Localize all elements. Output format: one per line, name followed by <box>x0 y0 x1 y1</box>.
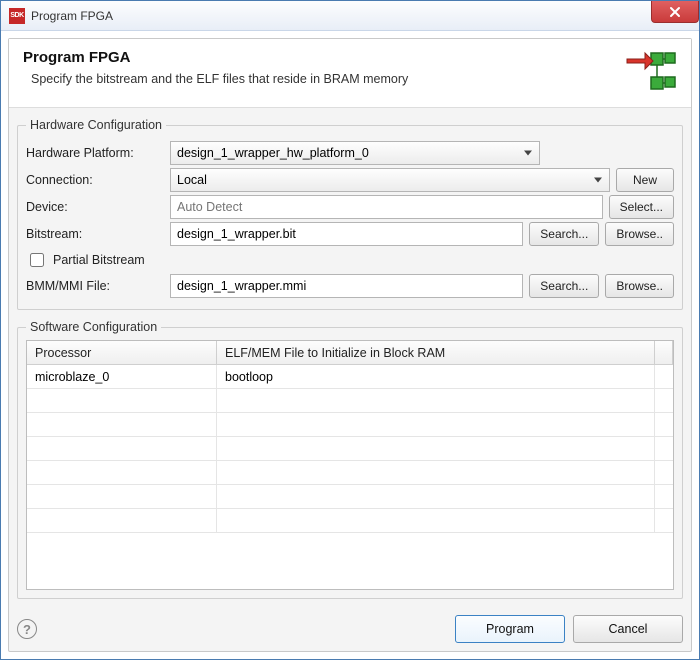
bmm-mmi-field[interactable] <box>170 274 523 298</box>
bmm-mmi-label: BMM/MMI File: <box>26 279 164 293</box>
bmm-browse-button[interactable]: Browse.. <box>605 274 674 298</box>
dialog-window: SDK Program FPGA Program FPGA Specify th… <box>0 0 700 660</box>
cell-processor <box>27 485 217 508</box>
cell-processor: microblaze_0 <box>27 365 217 388</box>
bmm-search-button[interactable]: Search... <box>529 274 599 298</box>
cancel-button[interactable]: Cancel <box>573 615 683 643</box>
bitstream-search-button[interactable]: Search... <box>529 222 599 246</box>
window-title: Program FPGA <box>31 9 113 23</box>
device-label: Device: <box>26 200 164 214</box>
table-row <box>27 437 673 461</box>
banner: Program FPGA Specify the bitstream and t… <box>9 39 691 108</box>
cell-elf <box>217 485 655 508</box>
connection-select[interactable]: Local <box>170 168 610 192</box>
table-row <box>27 485 673 509</box>
connection-label: Connection: <box>26 173 164 187</box>
cell-elf <box>217 509 655 532</box>
dialog-content: Program FPGA Specify the bitstream and t… <box>8 38 692 652</box>
software-config-group: Software Configuration Processor ELF/MEM… <box>17 320 683 599</box>
device-field[interactable] <box>170 195 603 219</box>
banner-heading: Program FPGA <box>23 49 408 66</box>
table-row <box>27 413 673 437</box>
cell-elf: bootloop <box>217 365 655 388</box>
dialog-footer: ? Program Cancel <box>17 615 683 643</box>
cell-elf <box>217 413 655 436</box>
cell-processor <box>27 389 217 412</box>
bitstream-field[interactable] <box>170 222 523 246</box>
close-button[interactable] <box>651 1 699 23</box>
program-button[interactable]: Program <box>455 615 565 643</box>
hw-platform-label: Hardware Platform: <box>26 146 164 160</box>
cell-elf <box>217 437 655 460</box>
banner-description: Specify the bitstream and the ELF files … <box>31 72 408 86</box>
col-processor[interactable]: Processor <box>27 341 217 364</box>
software-config-legend: Software Configuration <box>26 320 161 334</box>
help-icon[interactable]: ? <box>17 619 37 639</box>
table-row <box>27 389 673 413</box>
cell-processor <box>27 437 217 460</box>
cell-processor <box>27 461 217 484</box>
table-row <box>27 509 673 533</box>
hardware-config-group: Hardware Configuration Hardware Platform… <box>17 118 683 310</box>
software-table: Processor ELF/MEM File to Initialize in … <box>26 340 674 590</box>
new-connection-button[interactable]: New <box>616 168 674 192</box>
titlebar: SDK Program FPGA <box>1 1 699 31</box>
table-row[interactable]: microblaze_0bootloop <box>27 365 673 389</box>
table-header: Processor ELF/MEM File to Initialize in … <box>27 341 673 365</box>
select-device-button[interactable]: Select... <box>609 195 674 219</box>
partial-bitstream-checkbox[interactable] <box>30 253 44 267</box>
hw-platform-select[interactable]: design_1_wrapper_hw_platform_0 <box>170 141 540 165</box>
close-icon <box>669 6 681 18</box>
cell-processor <box>27 509 217 532</box>
partial-bitstream-label: Partial Bitstream <box>53 253 145 267</box>
table-row <box>27 461 673 485</box>
col-elf[interactable]: ELF/MEM File to Initialize in Block RAM <box>217 341 655 364</box>
app-icon: SDK <box>9 8 25 24</box>
cell-elf <box>217 461 655 484</box>
cell-elf <box>217 389 655 412</box>
hardware-config-legend: Hardware Configuration <box>26 118 166 132</box>
bitstream-label: Bitstream: <box>26 227 164 241</box>
bitstream-browse-button[interactable]: Browse.. <box>605 222 674 246</box>
fpga-program-icon <box>621 49 677 95</box>
cell-processor <box>27 413 217 436</box>
